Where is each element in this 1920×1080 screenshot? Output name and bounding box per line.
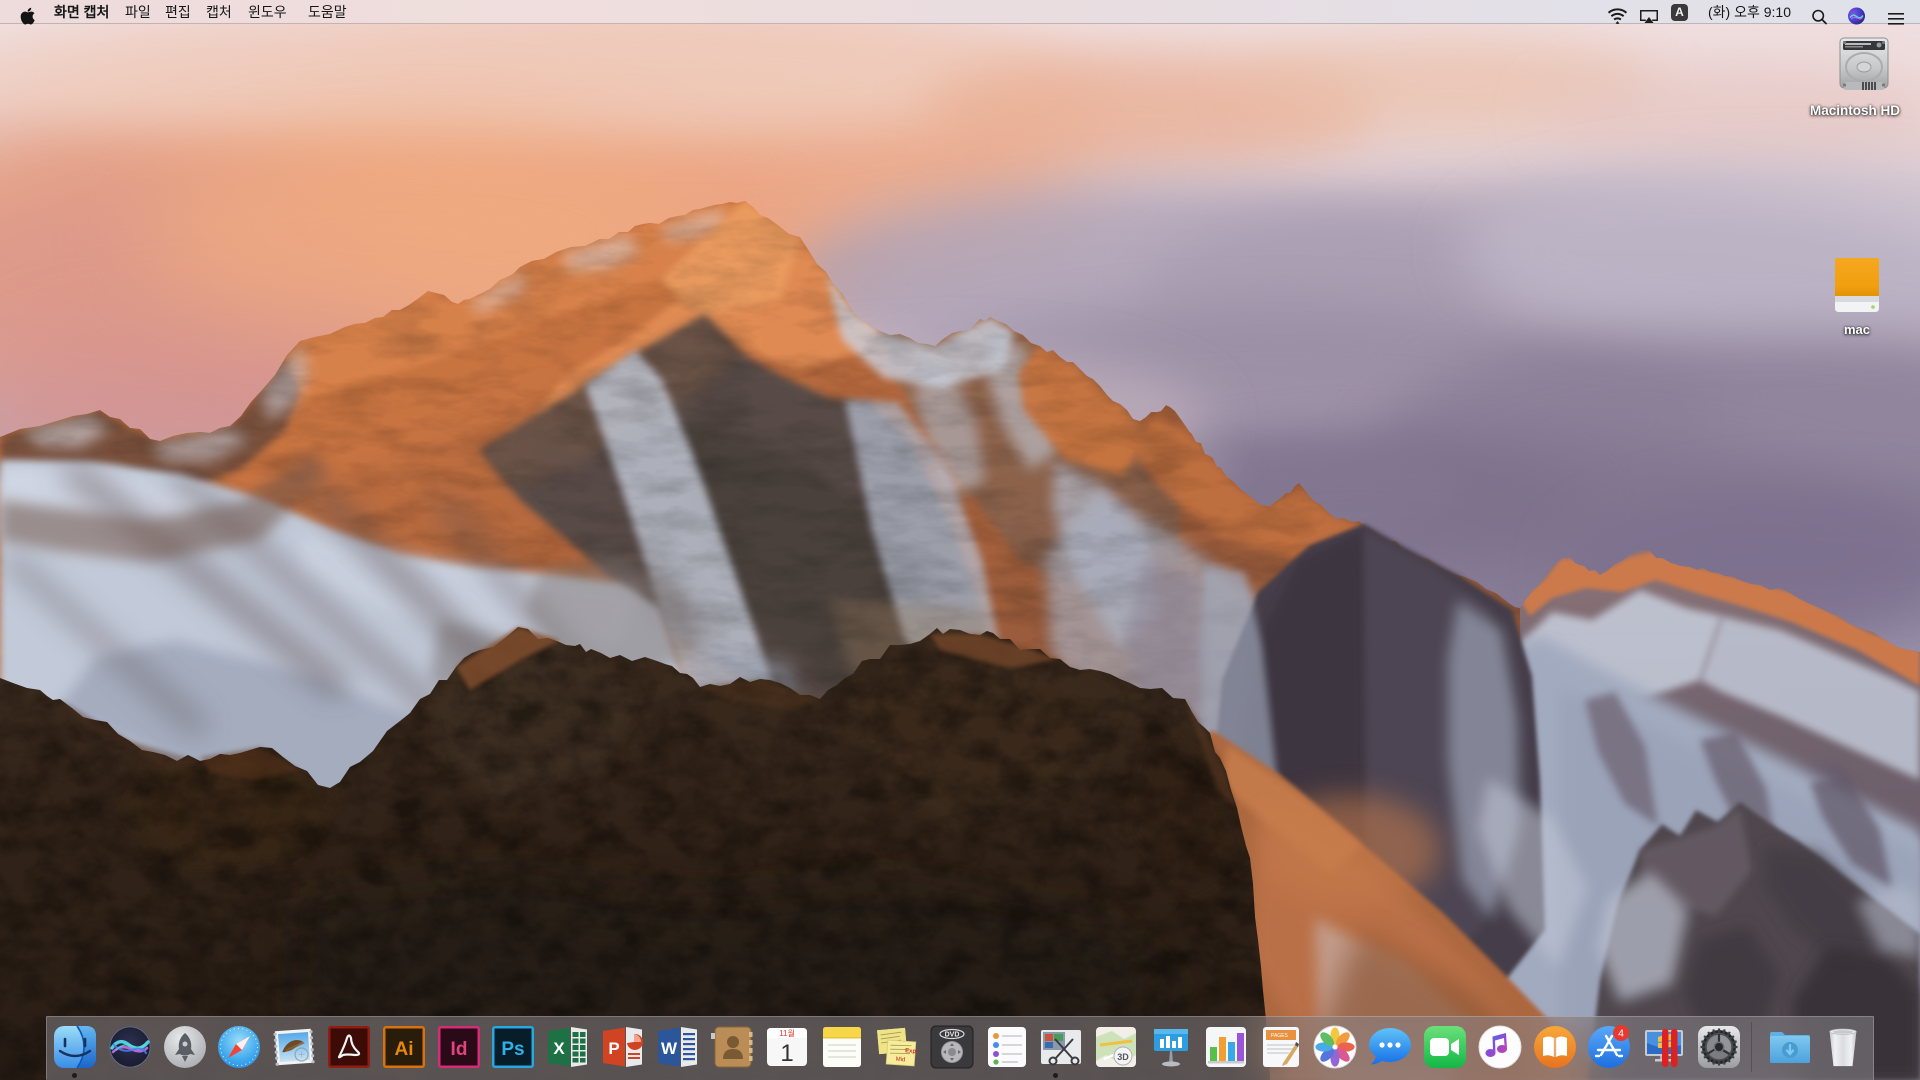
svg-text:Exp.: Exp. (905, 1048, 918, 1055)
svg-text:Ai: Ai (394, 1039, 413, 1060)
svg-text:1: 1 (781, 1040, 794, 1067)
svg-text:3D: 3D (1117, 1052, 1129, 1062)
svg-text:Ps: Ps (502, 1039, 525, 1060)
svg-text:P: P (608, 1039, 619, 1058)
svg-text:DVD: DVD (944, 1032, 959, 1039)
svg-text:11월: 11월 (780, 1028, 796, 1038)
svg-text:W: W (661, 1039, 678, 1058)
svg-text:Id: Id (450, 1039, 467, 1060)
svg-text:4: 4 (1618, 1028, 1624, 1040)
svg-text:PAGES: PAGES (1271, 1033, 1289, 1039)
svg-text:X: X (554, 1039, 566, 1058)
svg-text:Mid: Mid (895, 1057, 905, 1064)
